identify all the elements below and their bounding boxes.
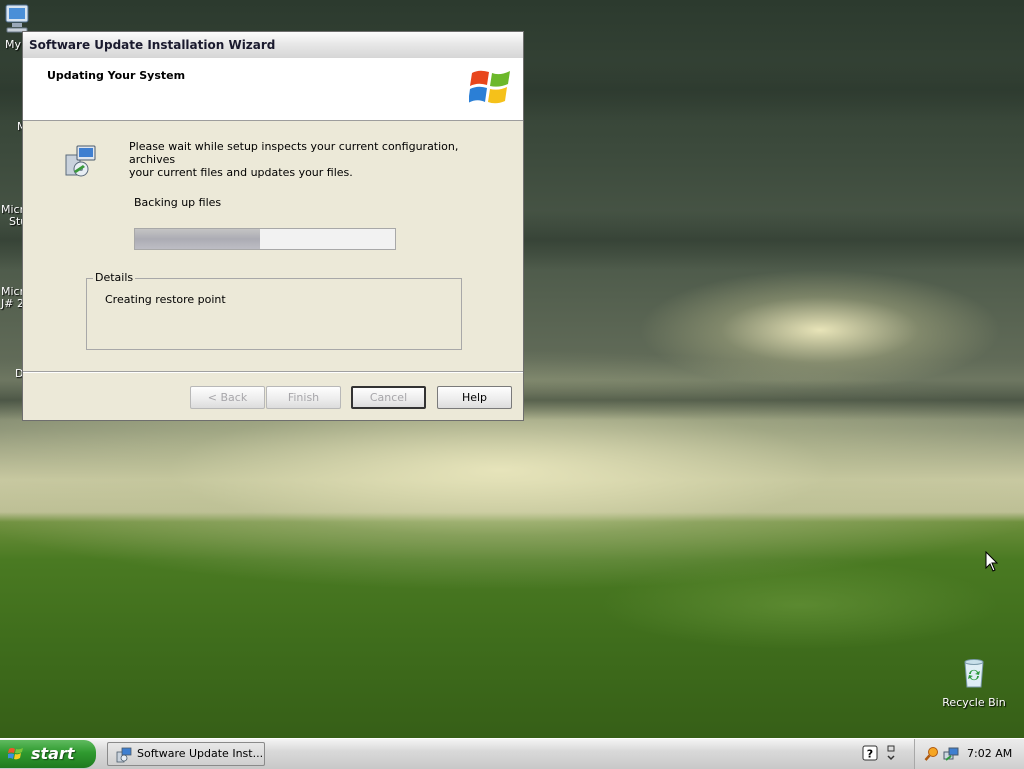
start-button[interactable]: start [0, 740, 96, 768]
intro-text: Please wait while setup inspects your cu… [129, 140, 469, 179]
my-computer-label: My [5, 38, 22, 51]
taskbar: start Software Update Inst... ? 7:02 AM [0, 738, 1024, 769]
windows-flag-icon [8, 748, 23, 760]
search-icon[interactable] [924, 746, 940, 762]
hill-highlight [600, 560, 1000, 650]
window-title: Software Update Installation Wizard [29, 38, 276, 52]
start-label: start [31, 744, 75, 763]
help-icon[interactable]: ? [862, 745, 878, 761]
wizard-page-title: Updating Your System [47, 69, 186, 82]
wizard-body: Please wait while setup inspects your cu… [23, 121, 523, 381]
back-button[interactable]: < Back [190, 386, 265, 409]
mouse-cursor-icon [985, 551, 999, 572]
setup-icon [116, 747, 132, 763]
wizard-header: Updating Your System [23, 58, 523, 121]
desktop-icon-label-partial: J# 2 [1, 297, 24, 310]
svg-text:?: ? [867, 748, 873, 761]
network-icon[interactable] [943, 746, 959, 762]
taskbar-item-wizard[interactable]: Software Update Inst... [107, 742, 265, 766]
details-label: Details [93, 271, 136, 284]
status-text: Backing up files [134, 196, 222, 209]
system-tray: 7:02 AM [914, 739, 1024, 769]
intro-line: Please wait while setup inspects your cu… [129, 140, 459, 166]
progress-bar [134, 228, 396, 250]
footer-separator [23, 371, 523, 373]
intro-line: your current files and updates your file… [129, 166, 353, 179]
progress-fill [135, 229, 260, 249]
finish-button[interactable]: Finish [266, 386, 341, 409]
details-text: Creating restore point [105, 293, 226, 306]
clock: 7:02 AM [967, 747, 1013, 760]
help-button[interactable]: Help [437, 386, 512, 409]
recycle-bin-label: Recycle Bin [942, 696, 1006, 709]
recycle-bin-icon [964, 659, 984, 688]
taskbar-item-label: Software Update Inst... [137, 747, 264, 760]
details-groupbox: Details Creating restore point [86, 271, 462, 350]
recycle-bin-desktop-icon[interactable]: Recycle Bin [939, 656, 1009, 709]
wizard-window[interactable]: Software Update Installation Wizard Upda… [22, 31, 524, 421]
setup-icon [65, 145, 96, 177]
wizard-titlebar[interactable]: Software Update Installation Wizard [23, 32, 523, 59]
chevron-icon[interactable] [885, 743, 897, 763]
cancel-button[interactable]: Cancel [351, 386, 426, 409]
windows-logo-icon [469, 70, 510, 104]
